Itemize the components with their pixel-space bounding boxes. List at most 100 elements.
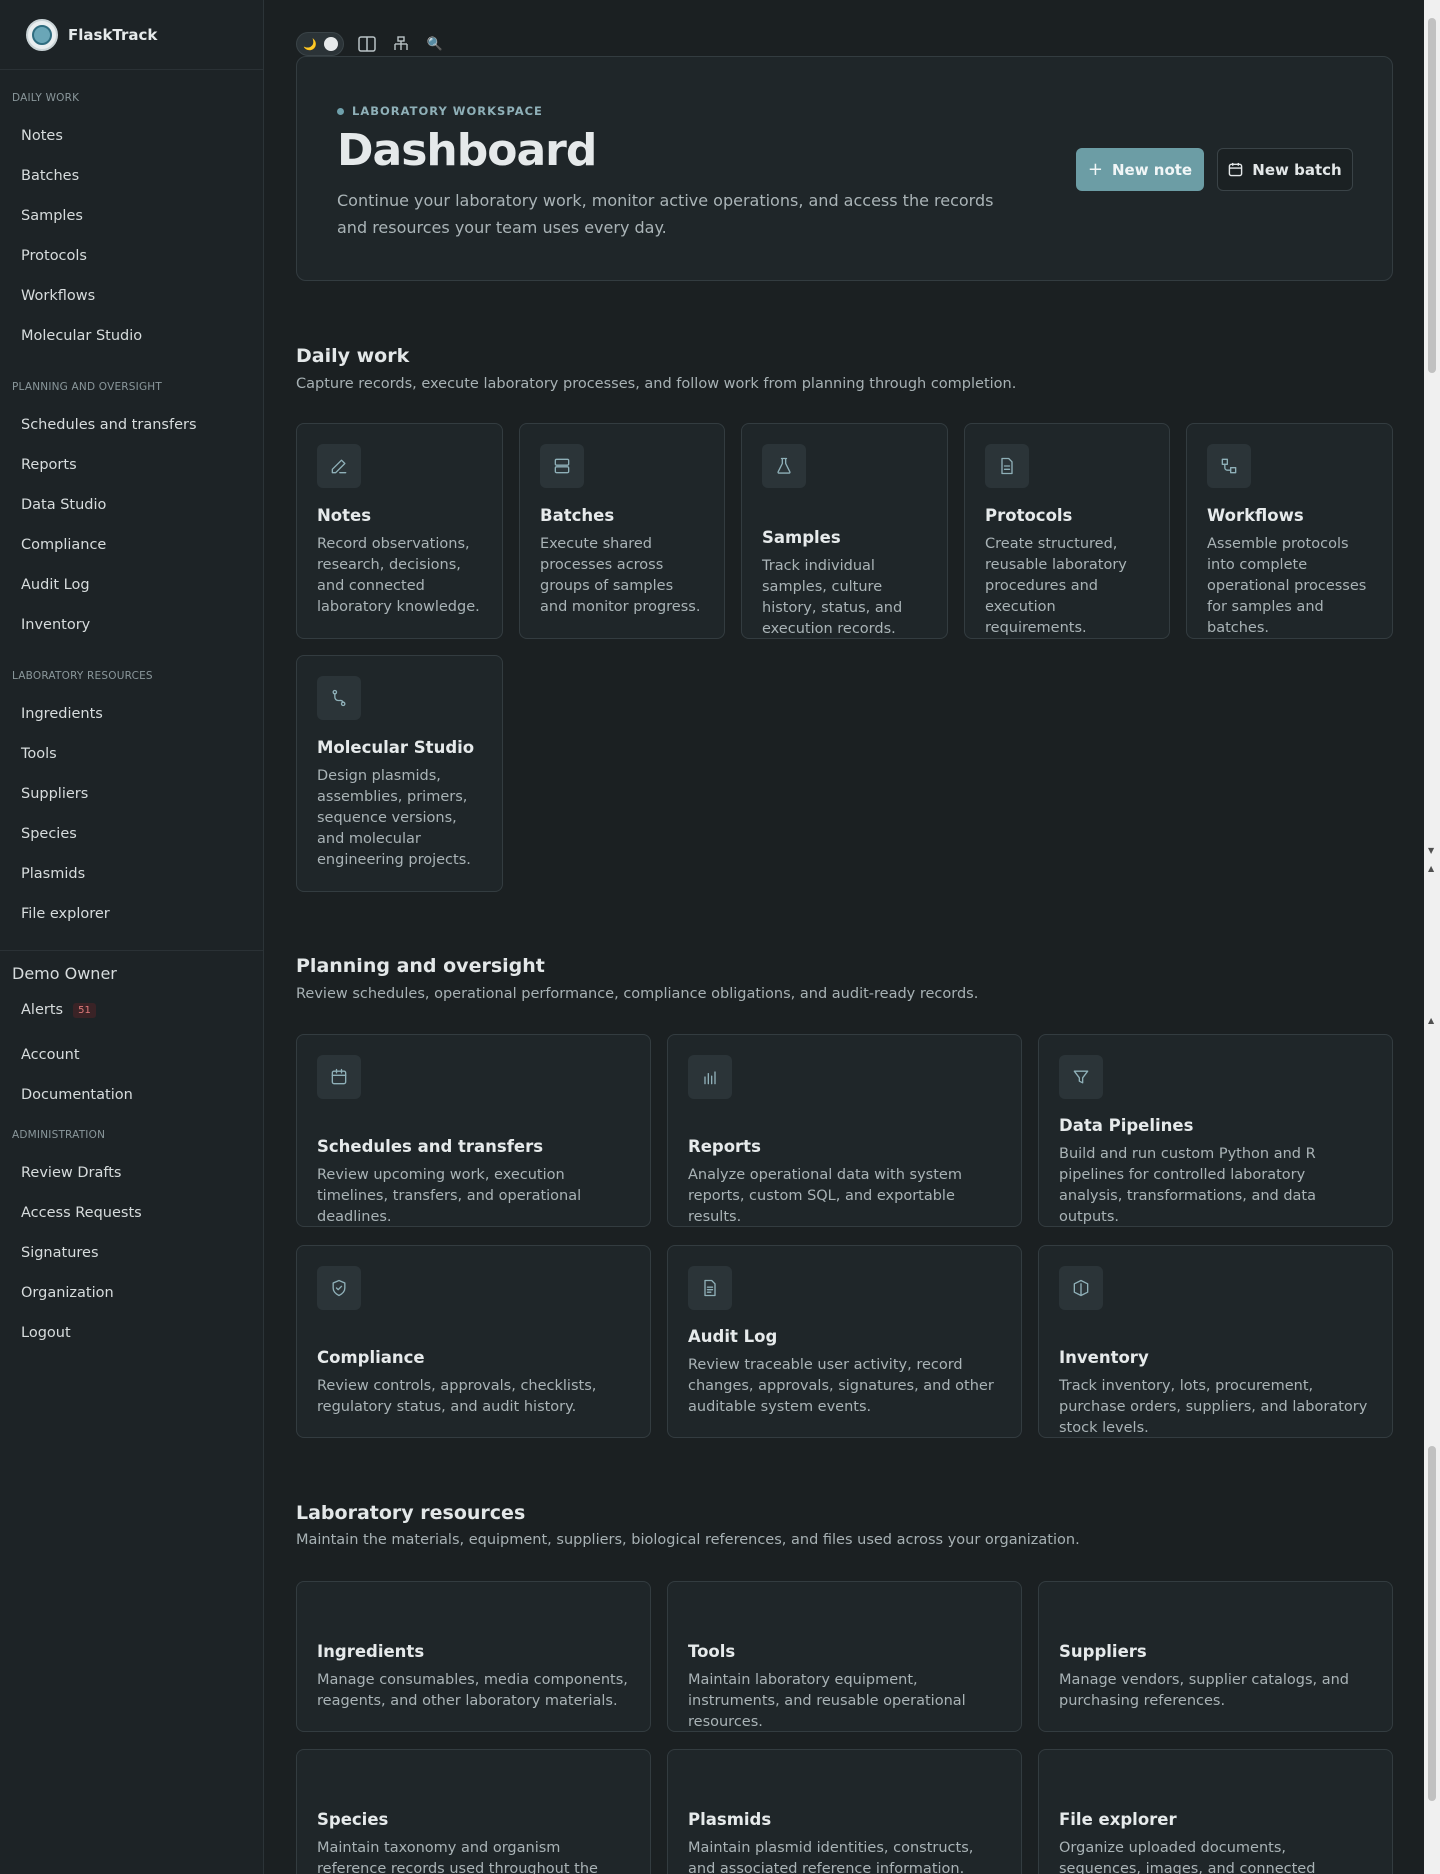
sidebar-item-audit-log[interactable]: Audit Log	[21, 577, 90, 593]
sidebar-item-notes[interactable]: Notes	[21, 128, 63, 144]
card-description: Record observations, research, decisions…	[317, 536, 480, 615]
card-batches[interactable]: Batches Execute shared processes across …	[519, 423, 725, 639]
sidebar-item-account[interactable]: Account	[21, 1047, 80, 1063]
card-title: Molecular Studio	[317, 738, 475, 757]
new-note-button[interactable]: + New note	[1076, 148, 1204, 191]
nav-section-daily-work: Daily work	[12, 92, 80, 104]
card-schedules[interactable]: Schedules and transfers Review upcoming …	[296, 1034, 651, 1227]
card-title: File explorer	[1059, 1810, 1177, 1829]
card-title: Batches	[540, 506, 615, 525]
card-description: Assemble protocols into complete operati…	[1207, 536, 1367, 636]
sidebar-item-batches[interactable]: Batches	[21, 168, 79, 184]
card-protocols[interactable]: Protocols Create structured, reusable la…	[964, 423, 1170, 639]
scroll-up-arrow-icon[interactable]: ▲	[1428, 1016, 1434, 1025]
card-samples[interactable]: Samples Track individual samples, cultur…	[741, 423, 948, 639]
user-name: Demo Owner	[12, 964, 117, 983]
bar-chart-icon	[688, 1055, 732, 1099]
card-title: Ingredients	[317, 1642, 425, 1661]
card-plasmids[interactable]: Plasmids Maintain plasmid identities, co…	[667, 1749, 1022, 1874]
card-suppliers[interactable]: Suppliers Manage vendors, supplier catal…	[1038, 1581, 1393, 1732]
sidebar-item-schedules[interactable]: Schedules and transfers	[21, 417, 197, 433]
pencil-icon	[317, 444, 361, 488]
scrollbar[interactable]: ▼ ▲ ▲	[1424, 0, 1440, 1874]
sidebar-item-protocols[interactable]: Protocols	[21, 248, 87, 264]
page-title: Dashboard	[337, 125, 597, 176]
card-description: Design plasmids, assemblies, primers, se…	[317, 768, 471, 868]
card-description: Build and run custom Python and R pipeli…	[1059, 1146, 1316, 1225]
sidebar-item-alerts[interactable]: Alerts 51	[21, 1002, 96, 1018]
sidebar-item-workflows[interactable]: Workflows	[21, 288, 95, 304]
card-description: Maintain taxonomy and organism reference…	[317, 1840, 598, 1874]
hero-eyebrow: LABORATORY WORKSPACE	[337, 104, 543, 118]
document-icon	[985, 444, 1029, 488]
card-title: Inventory	[1059, 1348, 1149, 1367]
sidebar-item-organization[interactable]: Organization	[21, 1285, 114, 1301]
moon-icon: 🌙	[303, 37, 317, 51]
sidebar-item-tools[interactable]: Tools	[21, 746, 57, 762]
card-audit-log[interactable]: Audit Log Review traceable user activity…	[667, 1245, 1022, 1438]
filter-icon	[1059, 1055, 1103, 1099]
card-molecular-studio[interactable]: Molecular Studio Design plasmids, assemb…	[296, 655, 503, 892]
sidebar-item-inventory[interactable]: Inventory	[21, 617, 90, 633]
sidebar-item-compliance[interactable]: Compliance	[21, 537, 106, 553]
theme-toggle[interactable]: 🌙	[296, 32, 344, 56]
scrollbar-thumb-upper[interactable]	[1428, 18, 1436, 373]
card-species[interactable]: Species Maintain taxonomy and organism r…	[296, 1749, 651, 1874]
server-icon	[540, 444, 584, 488]
calendar-icon	[317, 1055, 361, 1099]
card-description: Create structured, reusable laboratory p…	[985, 536, 1127, 636]
sidebar-item-data-studio[interactable]: Data Studio	[21, 497, 106, 513]
sidebar-item-plasmids[interactable]: Plasmids	[21, 866, 85, 882]
sidebar-item-logout[interactable]: Logout	[21, 1325, 71, 1341]
card-description: Review controls, approvals, checklists, …	[317, 1378, 597, 1415]
hero-panel: LABORATORY WORKSPACE Dashboard Continue …	[296, 56, 1393, 281]
sidebar-item-signatures[interactable]: Signatures	[21, 1245, 99, 1261]
card-title: Compliance	[317, 1348, 425, 1367]
shield-icon	[317, 1266, 361, 1310]
sidebar-item-access-requests[interactable]: Access Requests	[21, 1205, 142, 1221]
card-tools[interactable]: Tools Maintain laboratory equipment, ins…	[667, 1581, 1022, 1732]
section-subtitle-resources: Maintain the materials, equipment, suppl…	[296, 1532, 1080, 1548]
section-subtitle-daily-work: Capture records, execute laboratory proc…	[296, 376, 1017, 392]
new-batch-button[interactable]: New batch	[1217, 148, 1353, 191]
sidebar-item-documentation[interactable]: Documentation	[21, 1087, 133, 1103]
brand[interactable]: FlaskTrack	[0, 0, 263, 70]
sidebar-item-samples[interactable]: Samples	[21, 208, 83, 224]
card-description: Maintain plasmid identities, constructs,…	[688, 1840, 974, 1874]
card-notes[interactable]: Notes Record observations, research, dec…	[296, 423, 503, 639]
card-description: Organize uploaded documents, sequences, …	[1059, 1840, 1316, 1874]
card-reports[interactable]: Reports Analyze operational data with sy…	[667, 1034, 1022, 1227]
section-title-resources: Laboratory resources	[296, 1502, 526, 1524]
card-workflows[interactable]: Workflows Assemble protocols into comple…	[1186, 423, 1393, 639]
card-data-pipelines[interactable]: Data Pipelines Build and run custom Pyth…	[1038, 1034, 1393, 1227]
card-description: Review upcoming work, execution timeline…	[317, 1167, 582, 1225]
card-title: Samples	[762, 528, 841, 547]
card-ingredients[interactable]: Ingredients Manage consumables, media co…	[296, 1581, 651, 1732]
card-title: Data Pipelines	[1059, 1116, 1194, 1135]
alerts-count-badge: 51	[73, 1003, 96, 1018]
card-inventory[interactable]: Inventory Track inventory, lots, procure…	[1038, 1245, 1393, 1438]
panel-icon[interactable]	[356, 33, 378, 55]
sidebar-item-reports[interactable]: Reports	[21, 457, 77, 473]
sidebar-item-species[interactable]: Species	[21, 826, 77, 842]
sidebar-item-review-drafts[interactable]: Review Drafts	[21, 1165, 121, 1181]
sidebar-item-molecular-studio[interactable]: Molecular Studio	[21, 328, 142, 344]
section-title-daily-work: Daily work	[296, 345, 410, 367]
scroll-up-arrow-icon[interactable]: ▲	[1428, 864, 1434, 873]
page-subtitle: Continue your laboratory work, monitor a…	[337, 191, 994, 237]
section-subtitle-planning: Review schedules, operational performanc…	[296, 986, 979, 1002]
scrollbar-thumb-lower[interactable]	[1428, 1446, 1436, 1801]
card-title: Workflows	[1207, 506, 1304, 525]
sidebar-item-file-explorer[interactable]: File explorer	[21, 906, 110, 922]
card-description: Execute shared processes across groups o…	[540, 536, 701, 615]
card-file-explorer[interactable]: File explorer Organize uploaded document…	[1038, 1749, 1393, 1874]
search-icon[interactable]: 🔍	[424, 33, 446, 55]
sidebar-item-ingredients[interactable]: Ingredients	[21, 706, 103, 722]
sitemap-icon[interactable]	[390, 33, 412, 55]
brand-name: FlaskTrack	[68, 25, 158, 44]
sidebar-item-suppliers[interactable]: Suppliers	[21, 786, 88, 802]
card-title: Reports	[688, 1137, 761, 1156]
scroll-down-arrow-icon[interactable]: ▼	[1428, 846, 1434, 855]
card-title: Schedules and transfers	[317, 1137, 544, 1156]
card-compliance[interactable]: Compliance Review controls, approvals, c…	[296, 1245, 651, 1438]
